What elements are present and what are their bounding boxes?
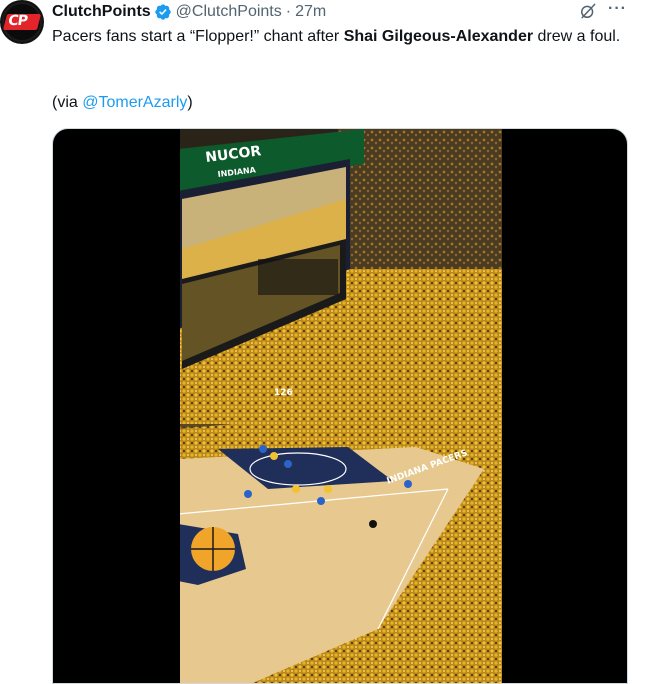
tweet[interactable]: CP ClutchPoints @ClutchPoints · 27m ··· … — [0, 0, 645, 684]
mention-name: Shai Gilgeous-Alexander — [343, 28, 534, 45]
via-prefix: (via — [52, 94, 83, 111]
via-suffix: ) — [187, 94, 193, 111]
video-player[interactable]: NUCOR INDIANA 126 INDIANA PACERS — [52, 128, 628, 684]
via-mention-link[interactable]: @TomerAzarly — [82, 94, 187, 111]
video-frame[interactable]: NUCOR INDIANA 126 INDIANA PACERS — [178, 129, 504, 683]
scoreboard-number: 126 — [274, 388, 293, 398]
avatar[interactable]: CP — [0, 0, 44, 44]
tweet-header: ClutchPoints @ClutchPoints · 27m — [52, 2, 326, 22]
more-icon[interactable]: ··· — [608, 0, 628, 20]
author-name[interactable]: ClutchPoints — [52, 3, 151, 21]
via-line: (via @TomerAzarly) — [52, 92, 193, 114]
tweet-text-part3: drew a foul. — [533, 28, 621, 45]
author-handle[interactable]: @ClutchPoints — [176, 3, 282, 21]
verified-badge-icon — [154, 4, 171, 20]
clutchpoints-logo: CP — [3, 13, 41, 30]
tweet-text: Pacers fans start a “Flopper!” chant aft… — [52, 26, 632, 48]
separator-dot: · — [285, 3, 292, 20]
arena-scene: NUCOR INDIANA 126 INDIANA PACERS — [178, 129, 504, 683]
timestamp[interactable]: 27m — [295, 3, 326, 21]
logo-text: CP — [7, 13, 28, 29]
tweet-text-part1: Pacers fans start a “Flopper!” chant aft… — [52, 28, 344, 45]
grok-icon[interactable] — [578, 1, 598, 21]
